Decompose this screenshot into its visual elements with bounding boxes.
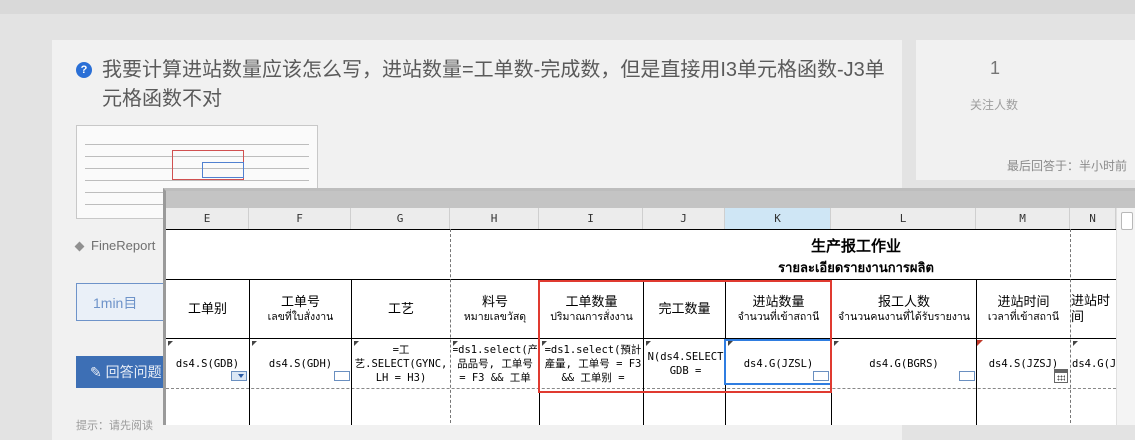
column-header-n[interactable]: N bbox=[1070, 208, 1116, 230]
column-header-m[interactable]: M bbox=[976, 208, 1070, 230]
column-header-j[interactable]: J bbox=[643, 208, 725, 230]
dropdown-widget-icon[interactable] bbox=[231, 371, 247, 381]
column-header-i[interactable]: I bbox=[539, 208, 643, 230]
follow-label: 关注人数 bbox=[970, 98, 1019, 112]
header-cell-e[interactable]: 工单别 bbox=[166, 280, 249, 338]
scrollbar-thumb[interactable] bbox=[1121, 212, 1133, 230]
text-widget-icon[interactable] bbox=[959, 371, 975, 381]
hint-text: 提示：请先阅读 bbox=[76, 420, 153, 432]
vertical-scrollbar[interactable] bbox=[1116, 208, 1135, 425]
cell-expand-arrow-icon bbox=[834, 341, 839, 346]
top-bar bbox=[0, 0, 1135, 14]
header-cell-f[interactable]: 工单号 เลขที่ใบสั่งงาน bbox=[250, 280, 351, 338]
cell-expand-arrow-icon bbox=[168, 341, 173, 346]
report-title-zh: 生产报工作业 bbox=[810, 238, 901, 255]
calendar-icon[interactable] bbox=[1054, 369, 1068, 383]
spreadsheet-screenshot: E F G H I J K L M N 生产报工作业 รายละเอียดราย… bbox=[163, 188, 1135, 425]
column-header-l[interactable]: L bbox=[831, 208, 976, 230]
column-header-g[interactable]: G bbox=[351, 208, 450, 230]
header-cell-h[interactable]: 料号 หมายเลขวัสดุ bbox=[451, 280, 539, 338]
cell-expand-arrow-icon bbox=[1073, 341, 1078, 346]
follow-count: 1 bbox=[990, 58, 1001, 78]
question-title[interactable]: 我要计算进站数量应该怎么写，进站数量=工单数-完成数，但是直接用I3单元格函数-… bbox=[102, 56, 892, 114]
pencil-icon: ✎ bbox=[90, 364, 106, 380]
column-header-h[interactable]: H bbox=[450, 208, 539, 230]
answer-question-label: 回答问题 bbox=[105, 364, 162, 380]
tag-label: FineReport bbox=[91, 238, 156, 253]
report-title-th: รายละเอียดรายงานการผลิต bbox=[778, 260, 934, 275]
data-cell-h[interactable]: =ds1.select(产品品号, 工单号 = F3 && 工单 bbox=[453, 340, 537, 388]
column-header-k[interactable]: K bbox=[725, 208, 831, 230]
data-cell-n[interactable]: ds4.G(JZSJ) bbox=[1072, 340, 1116, 388]
header-cell-n[interactable]: 进站时间 bbox=[1071, 280, 1116, 338]
data-cell-l[interactable]: ds4.G(BGRS) bbox=[832, 340, 976, 388]
answer-question-button[interactable]: ✎ 回答问题 bbox=[76, 356, 176, 388]
last-answer-time: 最后回答于：半小时前 bbox=[1007, 159, 1128, 173]
column-header-f[interactable]: F bbox=[249, 208, 351, 230]
column-header-e[interactable]: E bbox=[166, 208, 249, 230]
data-cell-g[interactable]: =工艺.SELECT(GYNC, LH = H3) bbox=[354, 340, 448, 388]
red-annotation-box bbox=[538, 280, 832, 393]
cell-expand-arrow-icon bbox=[354, 341, 359, 346]
header-cell-g[interactable]: 工艺 bbox=[352, 280, 450, 338]
cell-expand-arrow-icon bbox=[453, 341, 458, 346]
cell-expand-arrow-icon bbox=[252, 341, 257, 346]
header-cell-l[interactable]: 报工人数 จำนวนคนงานที่ได้รับรายงาน bbox=[832, 280, 976, 338]
sheet-top-strip bbox=[166, 191, 1135, 208]
product-tag[interactable]: FineReport bbox=[74, 238, 156, 253]
header-cell-m[interactable]: 进站时间 เวลาที่เข้าสถานี bbox=[977, 280, 1070, 338]
tag-icon bbox=[74, 241, 85, 252]
text-widget-icon[interactable] bbox=[334, 371, 350, 381]
question-circle-icon: ? bbox=[76, 62, 92, 78]
one-minute-button[interactable]: 1min目 bbox=[76, 283, 176, 321]
cell-comment-marker-icon bbox=[977, 340, 983, 346]
